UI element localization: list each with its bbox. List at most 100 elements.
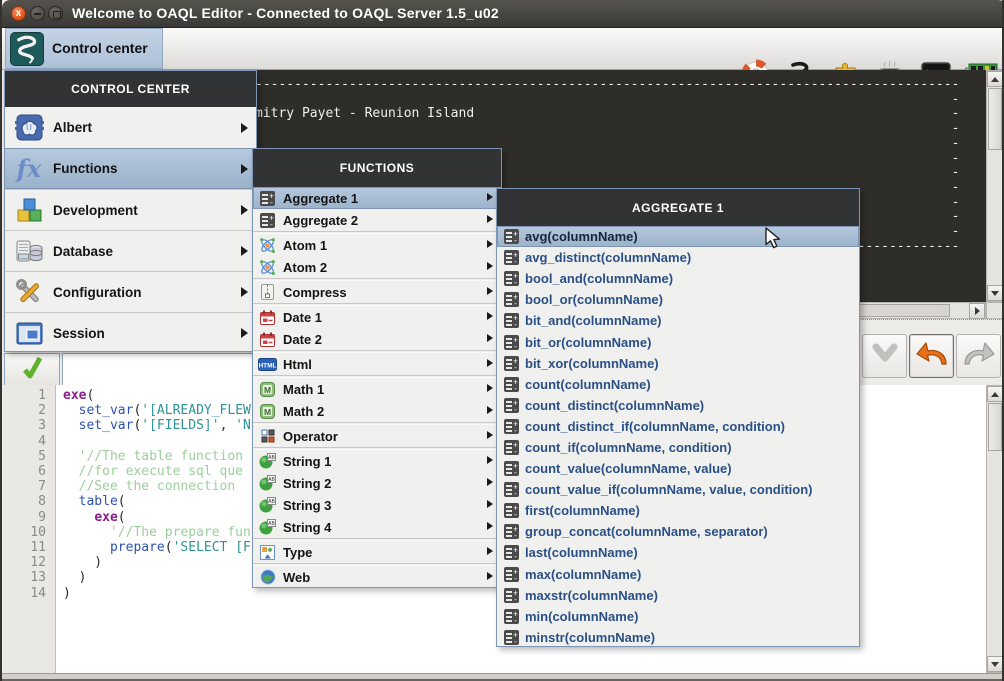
menu-item-bool-or-columnname[interactable]: +-bool_or(columnName): [497, 289, 859, 310]
svg-text:-: -: [514, 447, 517, 455]
menu-item-bit-and-columnname[interactable]: +-bit_and(columnName): [497, 310, 859, 331]
albert-icon: [12, 112, 46, 143]
scroll-down-icon[interactable]: [987, 656, 1003, 672]
svg-text:-: -: [514, 363, 517, 371]
menu-item-count-value-columnname-value[interactable]: +-count_value(columnName, value): [497, 458, 859, 479]
scrollbar-thumb[interactable]: [988, 88, 1002, 150]
console-vertical-scrollbar[interactable]: [986, 70, 1004, 302]
menu-item-first-columnname[interactable]: +-first(columnName): [497, 500, 859, 521]
string-icon: AB: [258, 453, 277, 469]
menu-item-label: first(columnName): [525, 503, 640, 518]
menu-item-math-1[interactable]: MMath 1: [253, 378, 501, 400]
menu-item-session[interactable]: Session: [5, 312, 256, 353]
menu-item-bit-xor-columnname[interactable]: +-bit_xor(columnName): [497, 353, 859, 374]
menu-item-atom-2[interactable]: Atom 2: [253, 256, 501, 278]
html-icon: HTML: [258, 358, 277, 371]
operator-icon: [258, 429, 277, 443]
menu-item-database[interactable]: Database: [5, 230, 256, 271]
undo-arrow-icon: [915, 340, 949, 373]
menu-item-label: Html: [283, 357, 312, 372]
menu-item-bool-and-columnname[interactable]: +-bool_and(columnName): [497, 268, 859, 289]
menu-item-string-3[interactable]: ABString 3: [253, 494, 501, 516]
svg-text:-: -: [514, 468, 517, 476]
menu-item-label: bit_xor(columnName): [525, 356, 659, 371]
menu-item-web[interactable]: Web: [253, 566, 501, 588]
atom-icon: [258, 259, 277, 276]
minimize-icon[interactable]: [30, 6, 45, 21]
menu-item-group-concat-columnname-separator[interactable]: +-group_concat(columnName, separator): [497, 521, 859, 542]
aggregate-icon: +-: [503, 461, 519, 476]
menu-item-count-distinct-columnname[interactable]: +-count_distinct(columnName): [497, 395, 859, 416]
oaql-snake-logo-icon: [10, 32, 44, 66]
svg-text:-: -: [514, 342, 517, 350]
menu-item-operator[interactable]: Operator: [253, 425, 501, 447]
control-center-tab[interactable]: Control center: [5, 28, 163, 69]
undo-button[interactable]: [909, 334, 954, 378]
collapse-all-button[interactable]: [862, 334, 907, 378]
menu-item-string-1[interactable]: ABString 1: [253, 450, 501, 472]
menu-item-avg-columnname[interactable]: +-avg(columnName): [497, 226, 859, 247]
menu-item-html[interactable]: HTML Html: [253, 353, 501, 375]
aggregate1-menu-title: AGGREGATE 1: [497, 189, 859, 226]
menu-item-last-columnname[interactable]: +- last(columnName): [497, 542, 859, 563]
menu-item-label: Functions: [53, 161, 118, 176]
menu-item-maxstr-columnname[interactable]: +-maxstr(columnName): [497, 585, 859, 606]
menu-item-string-4[interactable]: ABString 4: [253, 516, 501, 538]
menu-item-type[interactable]: Type: [253, 541, 501, 563]
scroll-down-icon[interactable]: [987, 285, 1003, 301]
svg-text:-: -: [514, 531, 517, 539]
svg-text:fx: fx: [15, 154, 42, 183]
menu-item-count-columnname[interactable]: +-count(columnName): [497, 374, 859, 395]
menu-item-configuration[interactable]: Configuration: [5, 271, 256, 312]
menu-item-atom-1[interactable]: Atom 1: [253, 234, 501, 256]
svg-text:-: -: [514, 552, 517, 560]
menu-item-math-2[interactable]: MMath 2: [253, 400, 501, 422]
menu-item-label: bool_or(columnName): [525, 292, 663, 307]
menu-item-date-1[interactable]: Date 1: [253, 306, 501, 328]
code-line: set_var('[ALREADY_FLEW: [63, 403, 251, 418]
menu-item-count-distinct-if-columnname-condition[interactable]: +-count_distinct_if(columnName, conditio…: [497, 416, 859, 437]
menu-item-date-2[interactable]: Date 2: [253, 328, 501, 350]
aggregate-icon: +-: [503, 335, 519, 350]
titlebar: x Welcome to OAQL Editor - Connected to …: [2, 0, 1004, 28]
menu-item-label: bit_and(columnName): [525, 313, 662, 328]
compress-icon: [258, 284, 277, 300]
svg-text:AB: AB: [268, 455, 275, 461]
menu-item-label: Date 2: [283, 332, 322, 347]
menu-item-aggregate-1[interactable]: +-Aggregate 1: [253, 187, 501, 209]
scrollbar-thumb[interactable]: [988, 403, 1002, 451]
menu-item-count-value-if-columnname-value-condition[interactable]: +-count_value_if(columnName, value, cond…: [497, 479, 859, 500]
menu-item-compress[interactable]: Compress: [253, 281, 501, 303]
menu-item-min-columnname[interactable]: +-min(columnName): [497, 606, 859, 627]
redo-button[interactable]: [956, 334, 1001, 378]
menu-item-max-columnname[interactable]: +-max(columnName): [497, 564, 859, 585]
code-line: prepare('SELECT [F: [63, 540, 251, 555]
close-icon[interactable]: x: [11, 6, 26, 21]
submenu-arrow-icon: [241, 246, 248, 256]
scroll-up-icon[interactable]: [987, 71, 1003, 87]
code-line: exe(: [63, 388, 251, 403]
editor-vertical-scrollbar[interactable]: [986, 385, 1004, 673]
submenu-arrow-icon: [487, 500, 493, 508]
menu-item-label: last(columnName): [525, 545, 638, 560]
menu-item-avg-distinct-columnname[interactable]: +-avg_distinct(columnName): [497, 247, 859, 268]
menu-item-label: count_if(columnName, condition): [525, 440, 732, 455]
menu-item-bit-or-columnname[interactable]: +-bit_or(columnName): [497, 331, 859, 352]
menu-item-albert[interactable]: Albert: [5, 107, 256, 148]
menu-item-count-if-columnname-condition[interactable]: +-count_if(columnName, condition): [497, 437, 859, 458]
menu-item-development[interactable]: Development: [5, 189, 256, 230]
svg-text:-: -: [514, 426, 517, 434]
aggregate-icon: +-: [503, 545, 519, 560]
code-line: exe(: [63, 510, 251, 525]
menu-item-functions[interactable]: fx Functions: [5, 148, 256, 189]
main-toolbar: Control center: [2, 28, 1004, 70]
menu-item-minstr-columnname[interactable]: +-minstr(columnName): [497, 627, 859, 648]
maximize-icon[interactable]: [48, 6, 63, 21]
scroll-up-icon[interactable]: [987, 386, 1003, 402]
control-center-menu: CONTROL CENTER AlbertfxFunctionsDevelopm…: [4, 70, 257, 352]
menu-item-aggregate-2[interactable]: +-Aggregate 2: [253, 209, 501, 231]
scroll-right-icon[interactable]: [969, 303, 985, 319]
menu-item-string-2[interactable]: ABString 2: [253, 472, 501, 494]
run-button[interactable]: [4, 353, 60, 386]
svg-text:-: -: [514, 257, 517, 265]
